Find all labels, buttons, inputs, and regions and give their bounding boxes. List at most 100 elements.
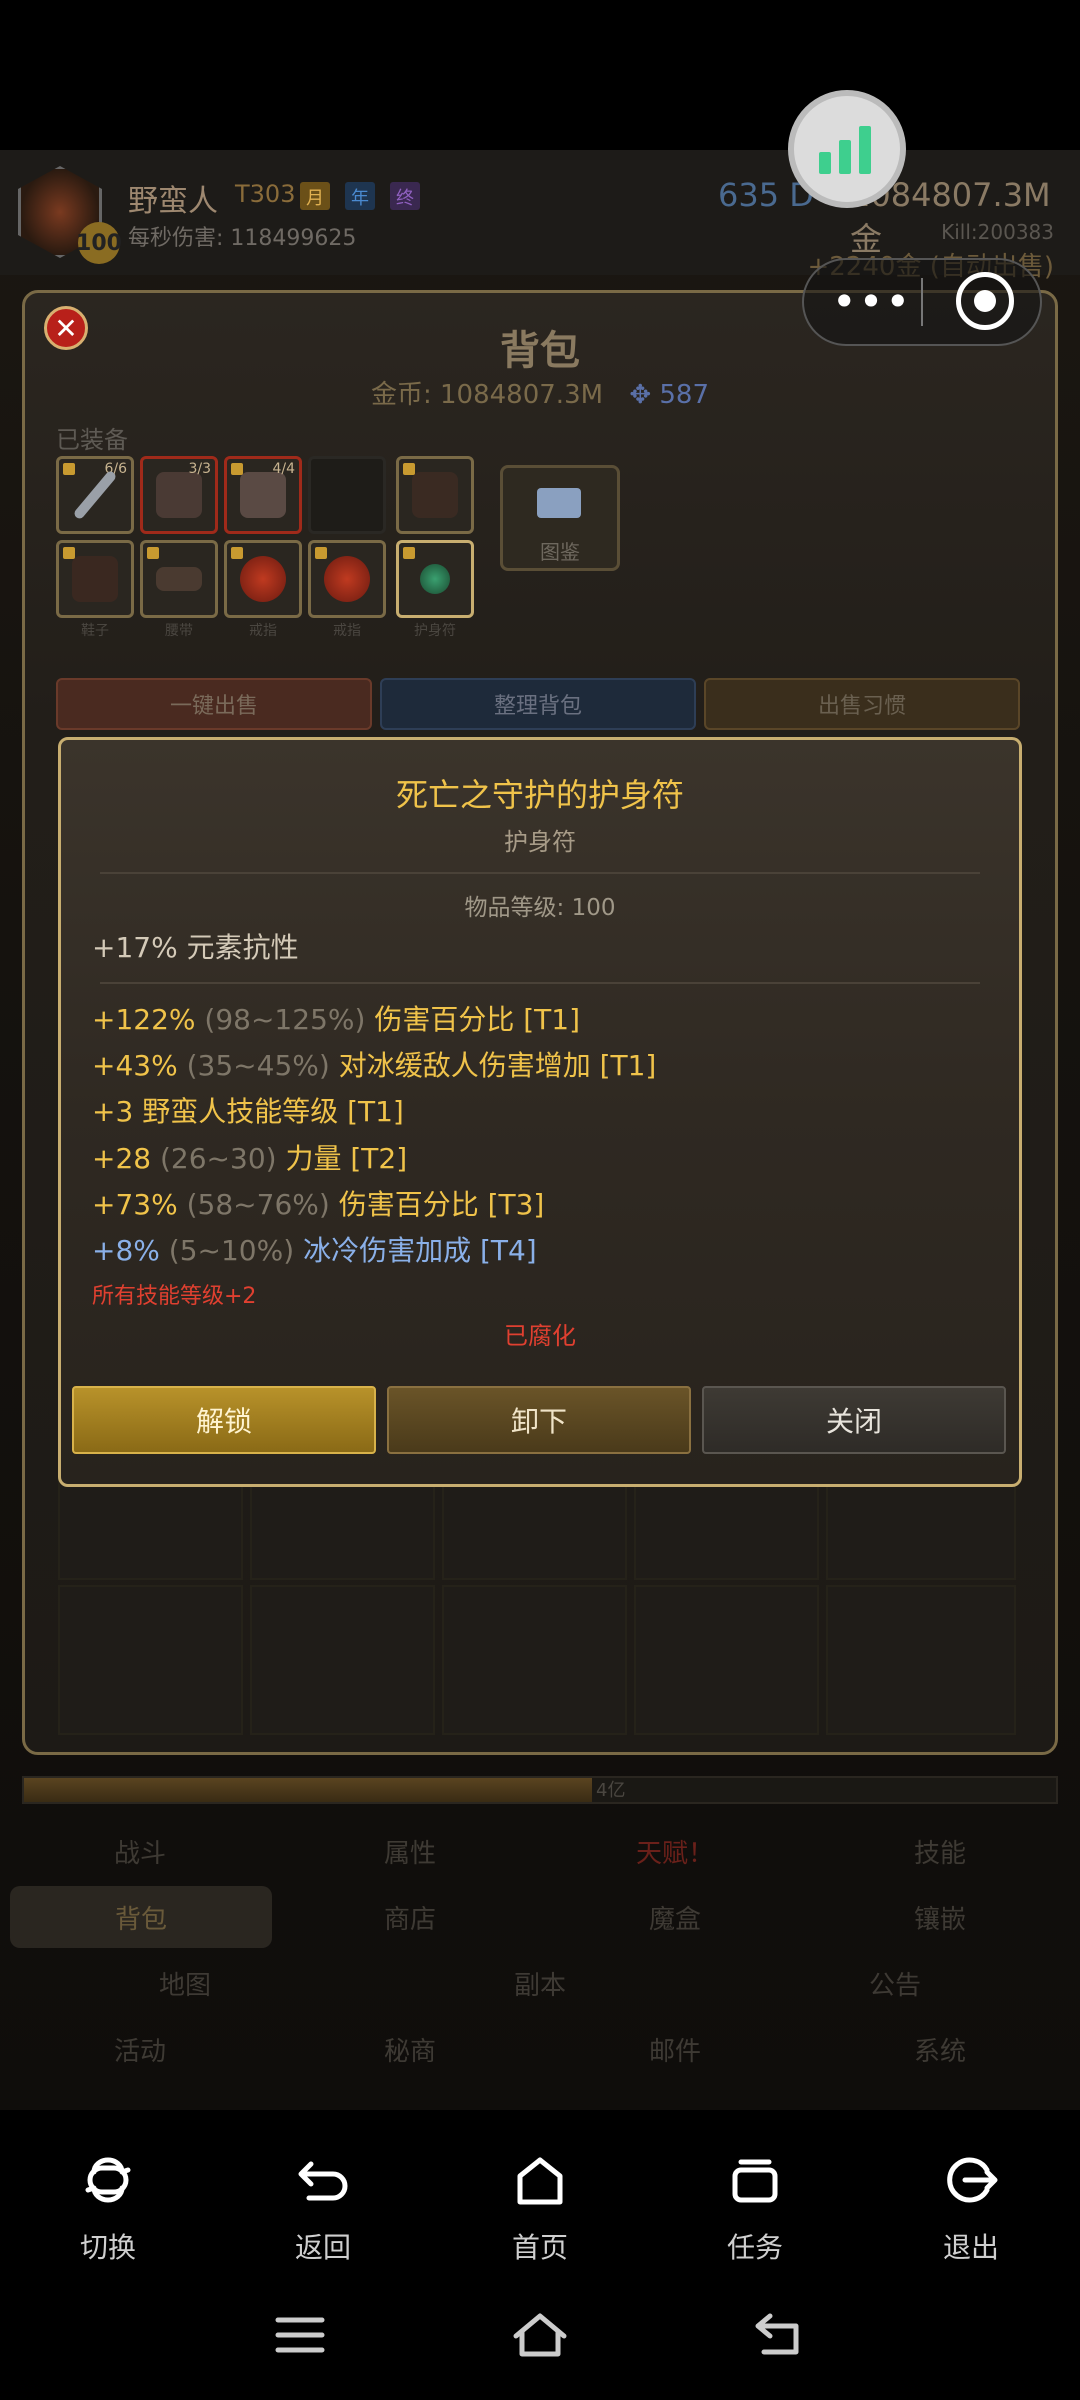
tab-system[interactable]: 系统 xyxy=(810,2018,1070,2080)
divider xyxy=(100,872,980,874)
equip-slot-amulet[interactable] xyxy=(396,540,474,618)
bag-cell[interactable] xyxy=(442,1585,627,1735)
lock-icon xyxy=(147,547,159,559)
item-level: 物品等级: 100 xyxy=(464,895,616,921)
tab-backpack[interactable]: 背包 xyxy=(10,1886,272,1948)
affix-line: +122% (98~125%) 伤害百分比 [T1] xyxy=(92,998,580,1038)
tab-skills[interactable]: 技能 xyxy=(810,1820,1070,1882)
item-type: 护身符 xyxy=(504,828,576,856)
slot-label: 戒指 xyxy=(333,623,361,639)
equip-slot-ring-2[interactable] xyxy=(308,540,386,618)
affix-value: +43% xyxy=(92,1049,178,1082)
month-card-badge: 月 xyxy=(300,182,330,210)
tab-mail[interactable]: 邮件 xyxy=(545,2018,805,2080)
affix-range: (58~76%) xyxy=(186,1188,330,1221)
equip-slot-belt[interactable] xyxy=(140,540,218,618)
slot-socket-count: 4/4 xyxy=(272,461,295,477)
implicit-mod: +17% 元素抗性 xyxy=(92,931,299,964)
unlock-button[interactable]: 解锁 xyxy=(72,1386,376,1454)
exit-icon xyxy=(947,2157,998,2203)
lock-icon xyxy=(315,547,327,559)
capsule-divider xyxy=(921,278,923,326)
unequip-button[interactable]: 卸下 xyxy=(387,1386,691,1454)
bag-cell[interactable] xyxy=(826,1585,1016,1735)
tab-magic-box[interactable]: 魔盒 xyxy=(545,1886,805,1948)
affix-name: 伤害百分比 [T3] xyxy=(338,1188,545,1221)
menu-icon[interactable] xyxy=(270,2310,330,2360)
boots-icon xyxy=(72,556,118,602)
equip-slot-weapon[interactable]: 6/6 xyxy=(56,456,134,534)
lock-icon xyxy=(403,547,415,559)
exp-bar-fill xyxy=(24,1778,592,1802)
bag-cell[interactable] xyxy=(58,1585,243,1735)
android-back-icon[interactable] xyxy=(750,2310,810,2360)
tab-shop[interactable]: 商店 xyxy=(280,1886,540,1948)
sell-all-button[interactable]: 一键出售 xyxy=(56,678,372,730)
equip-slot-empty[interactable] xyxy=(308,456,386,534)
bag-cell[interactable] xyxy=(634,1585,819,1735)
close-button[interactable]: 关闭 xyxy=(702,1386,1006,1454)
equipped-label: 已装备 xyxy=(56,426,128,454)
item-name: 死亡之守护的护身符 xyxy=(395,776,684,814)
ring-icon xyxy=(240,556,286,602)
more-icon[interactable]: ••• xyxy=(826,273,918,329)
close-miniprogram-icon[interactable] xyxy=(956,272,1014,330)
hero-tier: T303 xyxy=(235,180,296,208)
affix-name: 力量 [T2] xyxy=(285,1142,408,1175)
affix-range: (5~10%) xyxy=(168,1234,295,1267)
tab-announcement[interactable]: 公告 xyxy=(720,1952,1070,2014)
codex-label: 图鉴 xyxy=(540,540,580,564)
tab-events[interactable]: 活动 xyxy=(10,2018,270,2080)
kill-count: Kill:200383 xyxy=(941,220,1054,244)
switch-button[interactable]: 切换 xyxy=(43,2150,173,2266)
tab-dungeon[interactable]: 副本 xyxy=(365,1952,715,2014)
hero-name: 野蛮人 xyxy=(128,184,218,219)
bag-cell[interactable] xyxy=(250,1585,435,1735)
tab-secret-merchant[interactable]: 秘商 xyxy=(280,2018,540,2080)
lock-icon xyxy=(231,463,243,475)
affix-range: (35~45%) xyxy=(186,1049,330,1082)
helmet-icon xyxy=(156,472,202,518)
tab-attributes[interactable]: 属性 xyxy=(280,1820,540,1882)
tab-map[interactable]: 地图 xyxy=(10,1952,360,2014)
sell-habit-button[interactable]: 出售习惯 xyxy=(704,678,1020,730)
exit-button[interactable]: 退出 xyxy=(906,2150,1036,2266)
equip-slot-gloves[interactable] xyxy=(396,456,474,534)
lifetime-card-badge: 终 xyxy=(390,182,420,210)
amulet-icon xyxy=(420,564,450,594)
equip-slot-armor[interactable]: 4/4 xyxy=(224,456,302,534)
signal-floating-button[interactable] xyxy=(788,90,906,208)
special-mod: 所有技能等级+2 xyxy=(92,1284,257,1309)
affix-name: 对冰缓敌人伤害增加 [T1] xyxy=(338,1049,657,1082)
panel-currency: 金币: 1084807.3M ✥ 587 xyxy=(0,374,1080,411)
switch-icon xyxy=(85,2157,131,2203)
armor-icon xyxy=(240,472,286,518)
sort-bag-button[interactable]: 整理背包 xyxy=(380,678,696,730)
slot-label: 护身符 xyxy=(414,623,456,639)
tab-battle[interactable]: 战斗 xyxy=(10,1820,270,1882)
sword-icon xyxy=(72,469,118,521)
belt-icon xyxy=(156,567,202,591)
tab-socketing[interactable]: 镶嵌 xyxy=(810,1886,1070,1948)
home-label: 首页 xyxy=(511,2231,568,2264)
hero-dps: 每秒伤害: 118499625 xyxy=(128,226,357,251)
ring-icon xyxy=(324,556,370,602)
back-button[interactable]: 返回 xyxy=(258,2150,388,2266)
affix-value: +122% xyxy=(92,1003,196,1036)
panel-gold: 金币: 1084807.3M xyxy=(370,380,604,410)
affix-line: +43% (35~45%) 对冰缓敌人伤害增加 [T1] xyxy=(92,1044,656,1084)
equip-slot-boots[interactable] xyxy=(56,540,134,618)
slot-label: 戒指 xyxy=(249,623,277,639)
android-home-icon[interactable] xyxy=(510,2310,570,2360)
tab-talents[interactable]: 天赋！ xyxy=(545,1820,805,1882)
affix-value: +3 xyxy=(92,1095,134,1128)
equip-slot-helmet[interactable]: 3/3 xyxy=(140,456,218,534)
panel-gems: 587 xyxy=(659,380,710,410)
home-button[interactable]: 首页 xyxy=(475,2150,605,2266)
exit-label: 退出 xyxy=(942,2231,999,2264)
tasks-button[interactable]: 任务 xyxy=(690,2150,820,2266)
equip-slot-ring-1[interactable] xyxy=(224,540,302,618)
affix-name: 冰冷伤害加成 [T4] xyxy=(303,1234,537,1267)
tasks-label: 任务 xyxy=(726,2231,783,2264)
lock-icon xyxy=(231,547,243,559)
